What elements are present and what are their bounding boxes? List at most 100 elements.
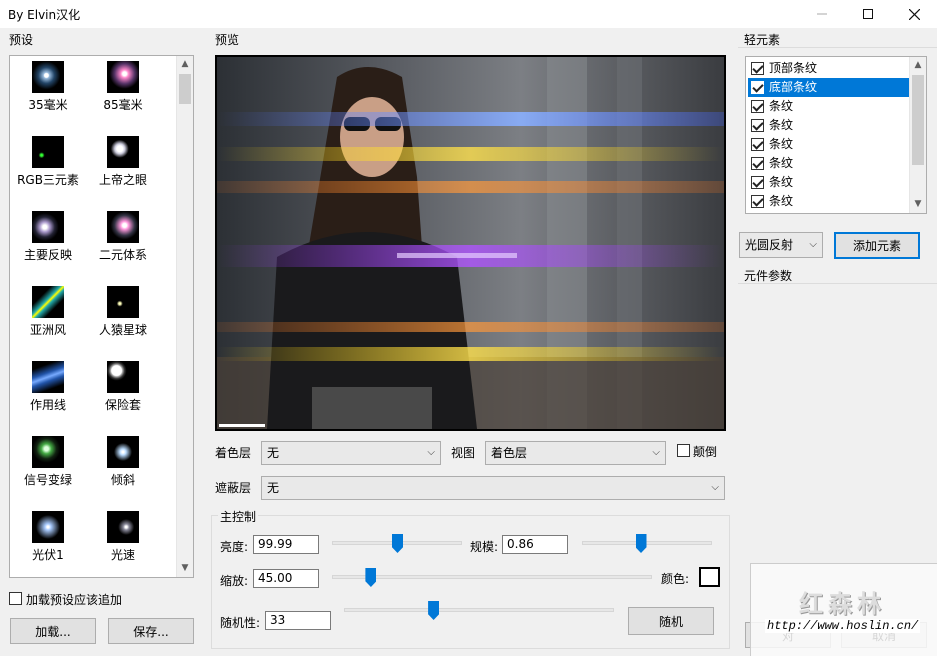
element-checkbox[interactable]	[751, 119, 764, 132]
element-checkbox[interactable]	[751, 157, 764, 170]
preview-image	[215, 55, 726, 431]
preset-label: 亚洲风	[29, 323, 66, 337]
preset-thumbnail	[32, 136, 64, 168]
chevron-down-icon: ⌵	[427, 447, 435, 458]
zoom-slider-track[interactable]	[332, 575, 652, 579]
preset-item[interactable]: 光速	[85, 506, 161, 576]
element-list-item[interactable]: 条纹	[748, 97, 909, 116]
close-icon	[908, 8, 920, 20]
preset-item[interactable]: 作用线	[10, 356, 86, 426]
preset-item[interactable]: 信号变绿	[10, 431, 86, 501]
scroll-up-icon[interactable]: ▲	[910, 57, 926, 74]
preset-label: 作用线	[29, 398, 66, 412]
preset-item[interactable]: 上帝之眼	[85, 131, 161, 201]
zoom-label: 缩放:	[220, 574, 249, 588]
element-checkbox[interactable]	[751, 81, 764, 94]
maximize-icon	[863, 9, 873, 19]
element-list-item[interactable]: 顶部条纹	[748, 59, 909, 78]
element-checkbox[interactable]	[751, 62, 764, 75]
preview-photo	[217, 57, 724, 429]
brightness-input[interactable]: 99.99	[253, 535, 319, 554]
scroll-down-icon[interactable]: ▼	[910, 196, 926, 213]
preset-thumbnail	[32, 211, 64, 243]
preset-label: 保险套	[104, 398, 141, 412]
save-button[interactable]: 保存...	[108, 618, 194, 644]
preset-label: 35毫米	[28, 98, 68, 112]
view-label: 视图	[451, 446, 476, 460]
preset-item[interactable]: 亚洲风	[10, 281, 86, 351]
element-label: 条纹	[769, 156, 794, 170]
preset-label: 倾斜	[110, 473, 135, 487]
preset-item[interactable]: 光伏1	[10, 506, 86, 576]
preset-thumbnail	[32, 286, 64, 318]
invert-label: 颠倒	[693, 445, 718, 459]
preset-thumbnail	[32, 361, 64, 393]
element-type-select[interactable]: 光圆反射 ⌵	[739, 232, 823, 258]
element-list-item[interactable]: 条纹	[748, 173, 909, 192]
preset-item[interactable]: 二元体系	[85, 206, 161, 276]
element-checkbox[interactable]	[751, 100, 764, 113]
preset-label: 信号变绿	[23, 473, 72, 487]
zoom-input[interactable]: 45.00	[253, 569, 319, 588]
preview-heading: 预览	[215, 33, 240, 47]
preset-item[interactable]: 35毫米	[10, 56, 86, 126]
close-button[interactable]	[891, 0, 937, 28]
element-checkbox[interactable]	[751, 138, 764, 151]
element-list-item[interactable]: 条纹	[748, 154, 909, 173]
element-list-item[interactable]: 条纹	[748, 135, 909, 154]
preset-label: 上帝之眼	[98, 173, 147, 187]
scale-slider-track[interactable]	[582, 541, 712, 545]
preset-thumbnail	[107, 286, 139, 318]
invert-checkbox[interactable]	[677, 444, 690, 457]
watermark-brand: 红森林	[799, 590, 886, 618]
preset-item[interactable]: 倾斜	[85, 431, 161, 501]
minimize-button[interactable]	[799, 0, 845, 28]
scale-label: 规模:	[470, 540, 499, 554]
scroll-down-icon[interactable]: ▼	[177, 560, 193, 577]
preset-label: 85毫米	[103, 98, 143, 112]
preset-list[interactable]: 35毫米 85毫米 RGB三元素 上帝之眼主要反映 二元体系亚洲风 人猿星球作用线 保险套信…	[9, 55, 194, 578]
color-swatch[interactable]	[699, 567, 720, 587]
color-layer-label: 着色层	[215, 446, 252, 460]
scroll-thumb[interactable]	[179, 74, 191, 104]
preset-label: 主要反映	[23, 248, 72, 262]
mask-layer-label: 遮蔽层	[215, 481, 252, 495]
preset-thumbnail	[107, 361, 139, 393]
preset-item[interactable]: RGB三元素	[10, 131, 86, 201]
color-layer-select[interactable]: 无 ⌵	[261, 441, 441, 465]
scroll-up-icon[interactable]: ▲	[177, 56, 193, 73]
preset-thumbnail	[32, 61, 64, 93]
randomness-slider-track[interactable]	[344, 608, 614, 612]
view-select[interactable]: 着色层 ⌵	[485, 441, 666, 465]
element-list[interactable]: 顶部条纹 底部条纹 条纹 条纹 条纹 条纹 条纹 条纹 ▲ ▼	[745, 56, 927, 214]
preset-thumbnail	[107, 511, 139, 543]
randomness-input[interactable]: 33	[265, 611, 331, 630]
minimize-icon	[817, 13, 827, 15]
mask-layer-select[interactable]: 无 ⌵	[261, 476, 725, 500]
element-type-value: 光圆反射	[745, 238, 794, 252]
preset-scrollbar[interactable]: ▲ ▼	[176, 56, 193, 577]
maximize-button[interactable]	[845, 0, 891, 28]
title-bar: By Elvin汉化	[0, 0, 937, 28]
elements-heading: 轻元素	[744, 33, 781, 47]
add-element-button[interactable]: 添加元素	[834, 232, 920, 259]
element-list-item[interactable]: 底部条纹	[748, 78, 909, 97]
element-checkbox[interactable]	[751, 176, 764, 189]
element-scrollbar[interactable]: ▲ ▼	[909, 57, 926, 213]
element-list-item[interactable]: 条纹	[748, 192, 909, 211]
preset-item[interactable]: 主要反映	[10, 206, 86, 276]
preset-item[interactable]: 85毫米	[85, 56, 161, 126]
preset-item[interactable]: 人猿星球	[85, 281, 161, 351]
color-label: 颜色:	[661, 572, 690, 586]
scroll-thumb[interactable]	[912, 75, 924, 165]
element-checkbox[interactable]	[751, 195, 764, 208]
preset-thumbnail	[107, 61, 139, 93]
preset-thumbnail	[107, 136, 139, 168]
random-button[interactable]: 随机	[628, 607, 714, 635]
load-button[interactable]: 加载...	[10, 618, 96, 644]
append-preset-checkbox[interactable]	[9, 592, 22, 605]
scale-input[interactable]: 0.86	[502, 535, 568, 554]
element-list-item[interactable]: 条纹	[748, 116, 909, 135]
params-heading: 元件参数	[744, 269, 793, 283]
preset-item[interactable]: 保险套	[85, 356, 161, 426]
